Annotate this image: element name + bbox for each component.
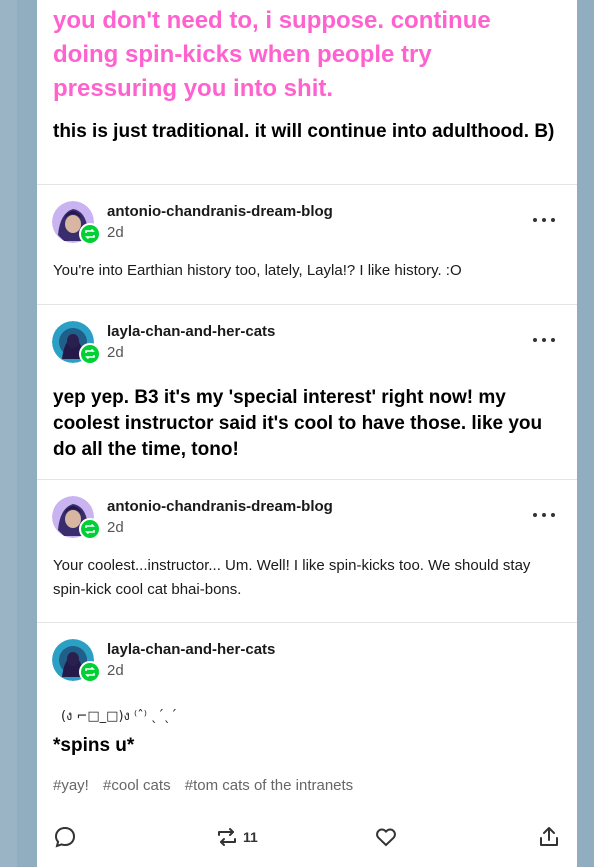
like-icon — [376, 828, 396, 847]
reblog-timestamp[interactable]: 2d — [107, 224, 124, 241]
reblog-username[interactable]: layla-chan-and-her-cats — [107, 641, 275, 658]
dashboard-left-rail — [0, 0, 17, 867]
tag[interactable]: #cool cats — [103, 777, 171, 794]
more-icon[interactable] — [533, 510, 555, 520]
reblog-button[interactable]: 11 — [215, 825, 258, 849]
reblog-badge-icon — [79, 661, 101, 683]
reblog-kaomoji: ㅤ(ง ⌐□_□)ง ⁽ˆ⁾ ˎ´ˎ´ — [49, 709, 178, 724]
reblog-header: antonio-chandranis-dream-blog 2d — [37, 480, 577, 554]
reblog-timestamp[interactable]: 2d — [107, 662, 124, 679]
more-icon[interactable] — [533, 215, 555, 225]
like-button[interactable] — [374, 825, 398, 849]
post-footer: 11 — [37, 811, 577, 867]
op-content: you don't need to, i suppose. continue d… — [37, 0, 577, 185]
post-card: you don't need to, i suppose. continue d… — [37, 0, 577, 867]
reblog-username[interactable]: layla-chan-and-her-cats — [107, 323, 275, 340]
reblog-timestamp[interactable]: 2d — [107, 519, 124, 536]
reblog-timestamp[interactable]: 2d — [107, 344, 124, 361]
reblog-header: layla-chan-and-her-cats 2d — [37, 623, 577, 697]
reblog-item: layla-chan-and-her-cats 2d yep yep. B3 i… — [37, 305, 577, 480]
reblog-text: Your coolest...instructor... Um. Well! I… — [53, 557, 531, 598]
reblog-header: layla-chan-and-her-cats 2d — [37, 305, 577, 379]
reblog-text: yep yep. B3 it's my 'special interest' r… — [53, 387, 543, 460]
reblog-item: antonio-chandranis-dream-blog 2d Your co… — [37, 480, 577, 623]
reply-button[interactable] — [53, 825, 77, 849]
reblog-header: antonio-chandranis-dream-blog 2d — [37, 185, 577, 259]
reblog-item: layla-chan-and-her-cats 2d ㅤ(ง ⌐□_□)ง ⁽ˆ… — [37, 623, 577, 867]
reblog-icon — [218, 828, 236, 846]
more-icon[interactable] — [533, 335, 555, 345]
reblog-text: You're into Earthian history too, lately… — [53, 262, 462, 279]
op-bold-text: this is just traditional. it will contin… — [53, 121, 555, 142]
tag[interactable]: #yay! — [53, 777, 89, 794]
reblog-badge-icon — [79, 518, 101, 540]
reblog-badge-icon — [79, 343, 101, 365]
reblog-item: antonio-chandranis-dream-blog 2d You're … — [37, 185, 577, 305]
reblog-username[interactable]: antonio-chandranis-dream-blog — [107, 203, 333, 220]
reblog-badge-icon — [79, 223, 101, 245]
reblog-text: *spins u* — [53, 735, 135, 756]
reply-icon — [54, 826, 76, 848]
reblog-username[interactable]: antonio-chandranis-dream-blog — [107, 498, 333, 515]
tag-list: #yay! #cool cats #tom cats of the intran… — [37, 759, 577, 794]
op-pink-text: you don't need to, i suppose. continue d… — [53, 7, 491, 102]
notes-count[interactable]: 11 — [243, 829, 258, 845]
share-button[interactable] — [537, 825, 561, 849]
tag[interactable]: #tom cats of the intranets — [185, 777, 353, 794]
share-icon — [540, 827, 558, 846]
